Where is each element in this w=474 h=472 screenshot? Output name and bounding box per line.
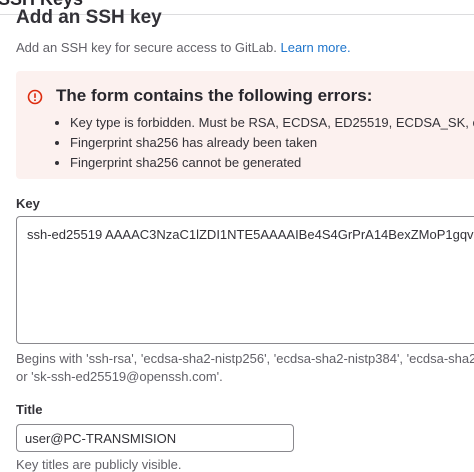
error-circle-icon: [27, 89, 43, 105]
key-help-line: Begins with 'ssh-rsa', 'ecdsa-sha2-nistp…: [16, 351, 474, 366]
error-list-item: Key type is forbidden. Must be RSA, ECDS…: [70, 113, 474, 133]
title-label: Title: [16, 402, 43, 417]
page-title: Add an SSH key: [16, 7, 162, 28]
alert-title: The form contains the following errors:: [56, 86, 373, 105]
page-description: Add an SSH key for secure access to GitL…: [16, 40, 351, 55]
description-text: Add an SSH key for secure access to GitL…: [16, 40, 277, 55]
error-list-item: Fingerprint sha256 cannot be generated: [70, 153, 474, 173]
error-list: Key type is forbidden. Must be RSA, ECDS…: [54, 113, 474, 173]
key-help-line: or 'sk-ssh-ed25519@openssh.com'.: [16, 369, 223, 384]
key-help-text: Begins with 'ssh-rsa', 'ecdsa-sha2-nistp…: [16, 350, 474, 386]
key-label: Key: [16, 196, 40, 211]
learn-more-link[interactable]: Learn more.: [280, 40, 350, 55]
title-input[interactable]: [16, 424, 294, 452]
error-alert: The form contains the following errors: …: [16, 71, 474, 179]
key-textarea[interactable]: ssh-ed25519 AAAAC3NzaC1lZDI1NTE5AAAAIBe4…: [16, 216, 474, 344]
error-list-item: Fingerprint sha256 has already been take…: [70, 133, 474, 153]
